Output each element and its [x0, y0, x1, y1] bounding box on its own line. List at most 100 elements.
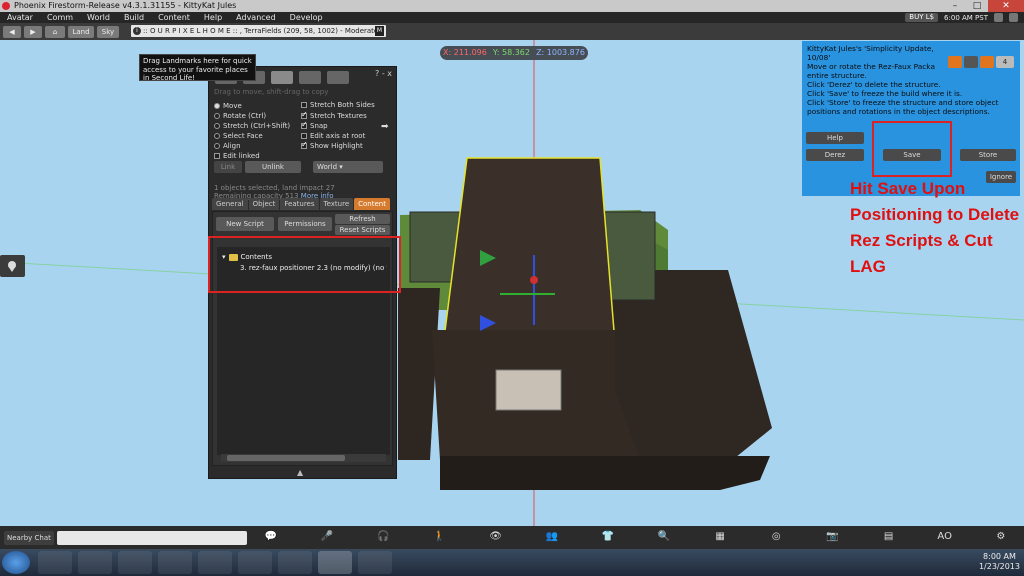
- map-pin-icon[interactable]: [0, 255, 25, 277]
- info-icon[interactable]: i: [133, 27, 141, 35]
- view-icon[interactable]: 👁: [487, 530, 505, 544]
- tab-general[interactable]: General: [212, 198, 248, 210]
- mode-select-face[interactable]: Select Face: [214, 132, 263, 140]
- gestures-icon[interactable]: 🎧: [374, 530, 392, 544]
- coordinates-readout: X: 211.096 Y: 58.362 Z: 1003.876: [440, 46, 588, 60]
- tab-content[interactable]: Content: [354, 198, 390, 210]
- sky-button[interactable]: Sky: [97, 25, 119, 38]
- stretch-textures-checkbox[interactable]: Stretch Textures: [301, 110, 367, 120]
- radio-icon[interactable]: [214, 113, 220, 119]
- location-input[interactable]: i :: O U R P I X E L H O M E :: , TerraF…: [131, 25, 386, 37]
- sl-clock: 6:00 AM PST: [944, 13, 988, 22]
- highlight-box-save: [872, 121, 952, 177]
- mode-move[interactable]: Move: [214, 102, 242, 110]
- appearance-icon[interactable]: 👕: [599, 530, 617, 544]
- home-icon[interactable]: ⌂: [45, 25, 65, 38]
- unlink-button[interactable]: Unlink: [245, 161, 301, 173]
- permissions-button[interactable]: Permissions: [278, 217, 332, 231]
- paint-icon[interactable]: [358, 551, 392, 574]
- search-icon[interactable]: 🔍: [655, 530, 673, 544]
- app-icon[interactable]: [158, 551, 192, 574]
- menu-help[interactable]: Help: [197, 12, 229, 23]
- checkbox-icon[interactable]: [301, 102, 307, 108]
- start-button-icon[interactable]: [2, 551, 30, 574]
- buy-currency-button[interactable]: BUY L$: [905, 13, 939, 22]
- store-button[interactable]: Store: [960, 149, 1016, 161]
- stretch-both-sides-checkbox[interactable]: Stretch Both Sides: [301, 101, 375, 109]
- radio-icon[interactable]: [214, 133, 220, 139]
- mode-rotate[interactable]: Rotate (Ctrl): [214, 112, 266, 120]
- folder-icon[interactable]: [78, 551, 112, 574]
- volume-icon[interactable]: [1009, 13, 1018, 22]
- edit-axis-root-checkbox[interactable]: Edit axis at root: [301, 132, 365, 140]
- mode-align[interactable]: Align: [214, 142, 241, 150]
- tab-object[interactable]: Object: [248, 198, 280, 210]
- forward-icon[interactable]: ▶: [24, 25, 42, 38]
- tab-features[interactable]: Features: [280, 198, 319, 210]
- land-button[interactable]: Land: [68, 25, 94, 38]
- snap-checkbox[interactable]: Snap: [301, 120, 328, 130]
- walk-icon[interactable]: 🚶: [430, 530, 448, 544]
- snapshot-icon[interactable]: 📷: [823, 530, 841, 544]
- app-icon[interactable]: [198, 551, 232, 574]
- snap-arrow-icon[interactable]: ➡: [381, 122, 389, 132]
- close-window-icon[interactable]: ✕: [988, 0, 1024, 12]
- edit-linked-checkbox[interactable]: Edit linked: [214, 152, 260, 160]
- edit-tool-icon[interactable]: [271, 71, 293, 84]
- app-icon[interactable]: [118, 551, 152, 574]
- ao-button[interactable]: AO: [936, 530, 954, 544]
- speak-icon[interactable]: 💬: [262, 530, 280, 544]
- collapse-arrow-icon[interactable]: ▲: [297, 468, 303, 477]
- chat-input[interactable]: [57, 531, 247, 545]
- menu-build[interactable]: Build: [117, 12, 151, 23]
- people-icon[interactable]: 👥: [543, 530, 561, 544]
- voice-icon[interactable]: 🎤: [318, 530, 336, 544]
- derez-button[interactable]: Derez: [806, 149, 864, 161]
- radio-icon[interactable]: [214, 123, 220, 129]
- terrain-tool-icon[interactable]: [327, 71, 349, 84]
- notecard-icon[interactable]: ▤: [880, 530, 898, 544]
- horizontal-scrollbar[interactable]: [221, 454, 386, 462]
- help-button[interactable]: Help: [806, 132, 864, 144]
- skype-icon[interactable]: [278, 551, 312, 574]
- browser-icon[interactable]: [238, 551, 272, 574]
- tab-texture[interactable]: Texture: [319, 198, 354, 210]
- firestorm-taskbar-icon[interactable]: [318, 551, 352, 574]
- checkbox-icon[interactable]: [301, 110, 308, 119]
- radio-icon[interactable]: [214, 143, 220, 149]
- land-tool-icon[interactable]: [299, 71, 321, 84]
- show-highlight-checkbox[interactable]: Show Highlight: [301, 140, 363, 150]
- build-tabs: General Object Features Texture Content: [212, 198, 390, 210]
- checkbox-icon[interactable]: [301, 140, 308, 149]
- media-icon[interactable]: [994, 13, 1003, 22]
- menu-advanced[interactable]: Advanced: [229, 12, 283, 23]
- menu-comm[interactable]: Comm: [40, 12, 80, 23]
- radar-icon[interactable]: ◎: [767, 530, 785, 544]
- refresh-button[interactable]: Refresh: [335, 214, 390, 224]
- menu-content[interactable]: Content: [151, 12, 197, 23]
- new-script-button[interactable]: New Script: [216, 217, 274, 231]
- scroll-thumb[interactable]: [227, 455, 345, 461]
- link-button[interactable]: Link: [214, 161, 242, 173]
- highlight-box-contents: [208, 236, 401, 293]
- settings-icon[interactable]: ⚙: [992, 530, 1010, 544]
- mode-stretch[interactable]: Stretch (Ctrl+Shift): [214, 122, 290, 130]
- maximize-icon[interactable]: □: [966, 0, 988, 12]
- menu-develop[interactable]: Develop: [283, 12, 330, 23]
- app-icon[interactable]: [38, 551, 72, 574]
- panel-controls[interactable]: ? - x: [375, 69, 392, 78]
- menu-avatar[interactable]: Avatar: [0, 12, 40, 23]
- system-clock: 8:00 AM 1/23/2013: [978, 552, 1020, 571]
- checkbox-icon[interactable]: [214, 153, 220, 159]
- checkbox-icon[interactable]: [301, 133, 307, 139]
- radio-icon[interactable]: [214, 103, 220, 109]
- back-icon[interactable]: ◀: [3, 25, 21, 38]
- checkbox-icon[interactable]: [301, 120, 308, 129]
- dialog-line-5: Click 'Save' to freeze the build where i…: [807, 89, 963, 98]
- menu-world[interactable]: World: [80, 12, 117, 23]
- map-icon[interactable]: ▦: [711, 530, 729, 544]
- nearby-chat-button[interactable]: Nearby Chat: [4, 531, 54, 545]
- reset-scripts-button[interactable]: Reset Scripts: [335, 225, 390, 235]
- minimize-icon[interactable]: –: [944, 0, 966, 12]
- ruler-mode-select[interactable]: World ▾: [313, 161, 383, 173]
